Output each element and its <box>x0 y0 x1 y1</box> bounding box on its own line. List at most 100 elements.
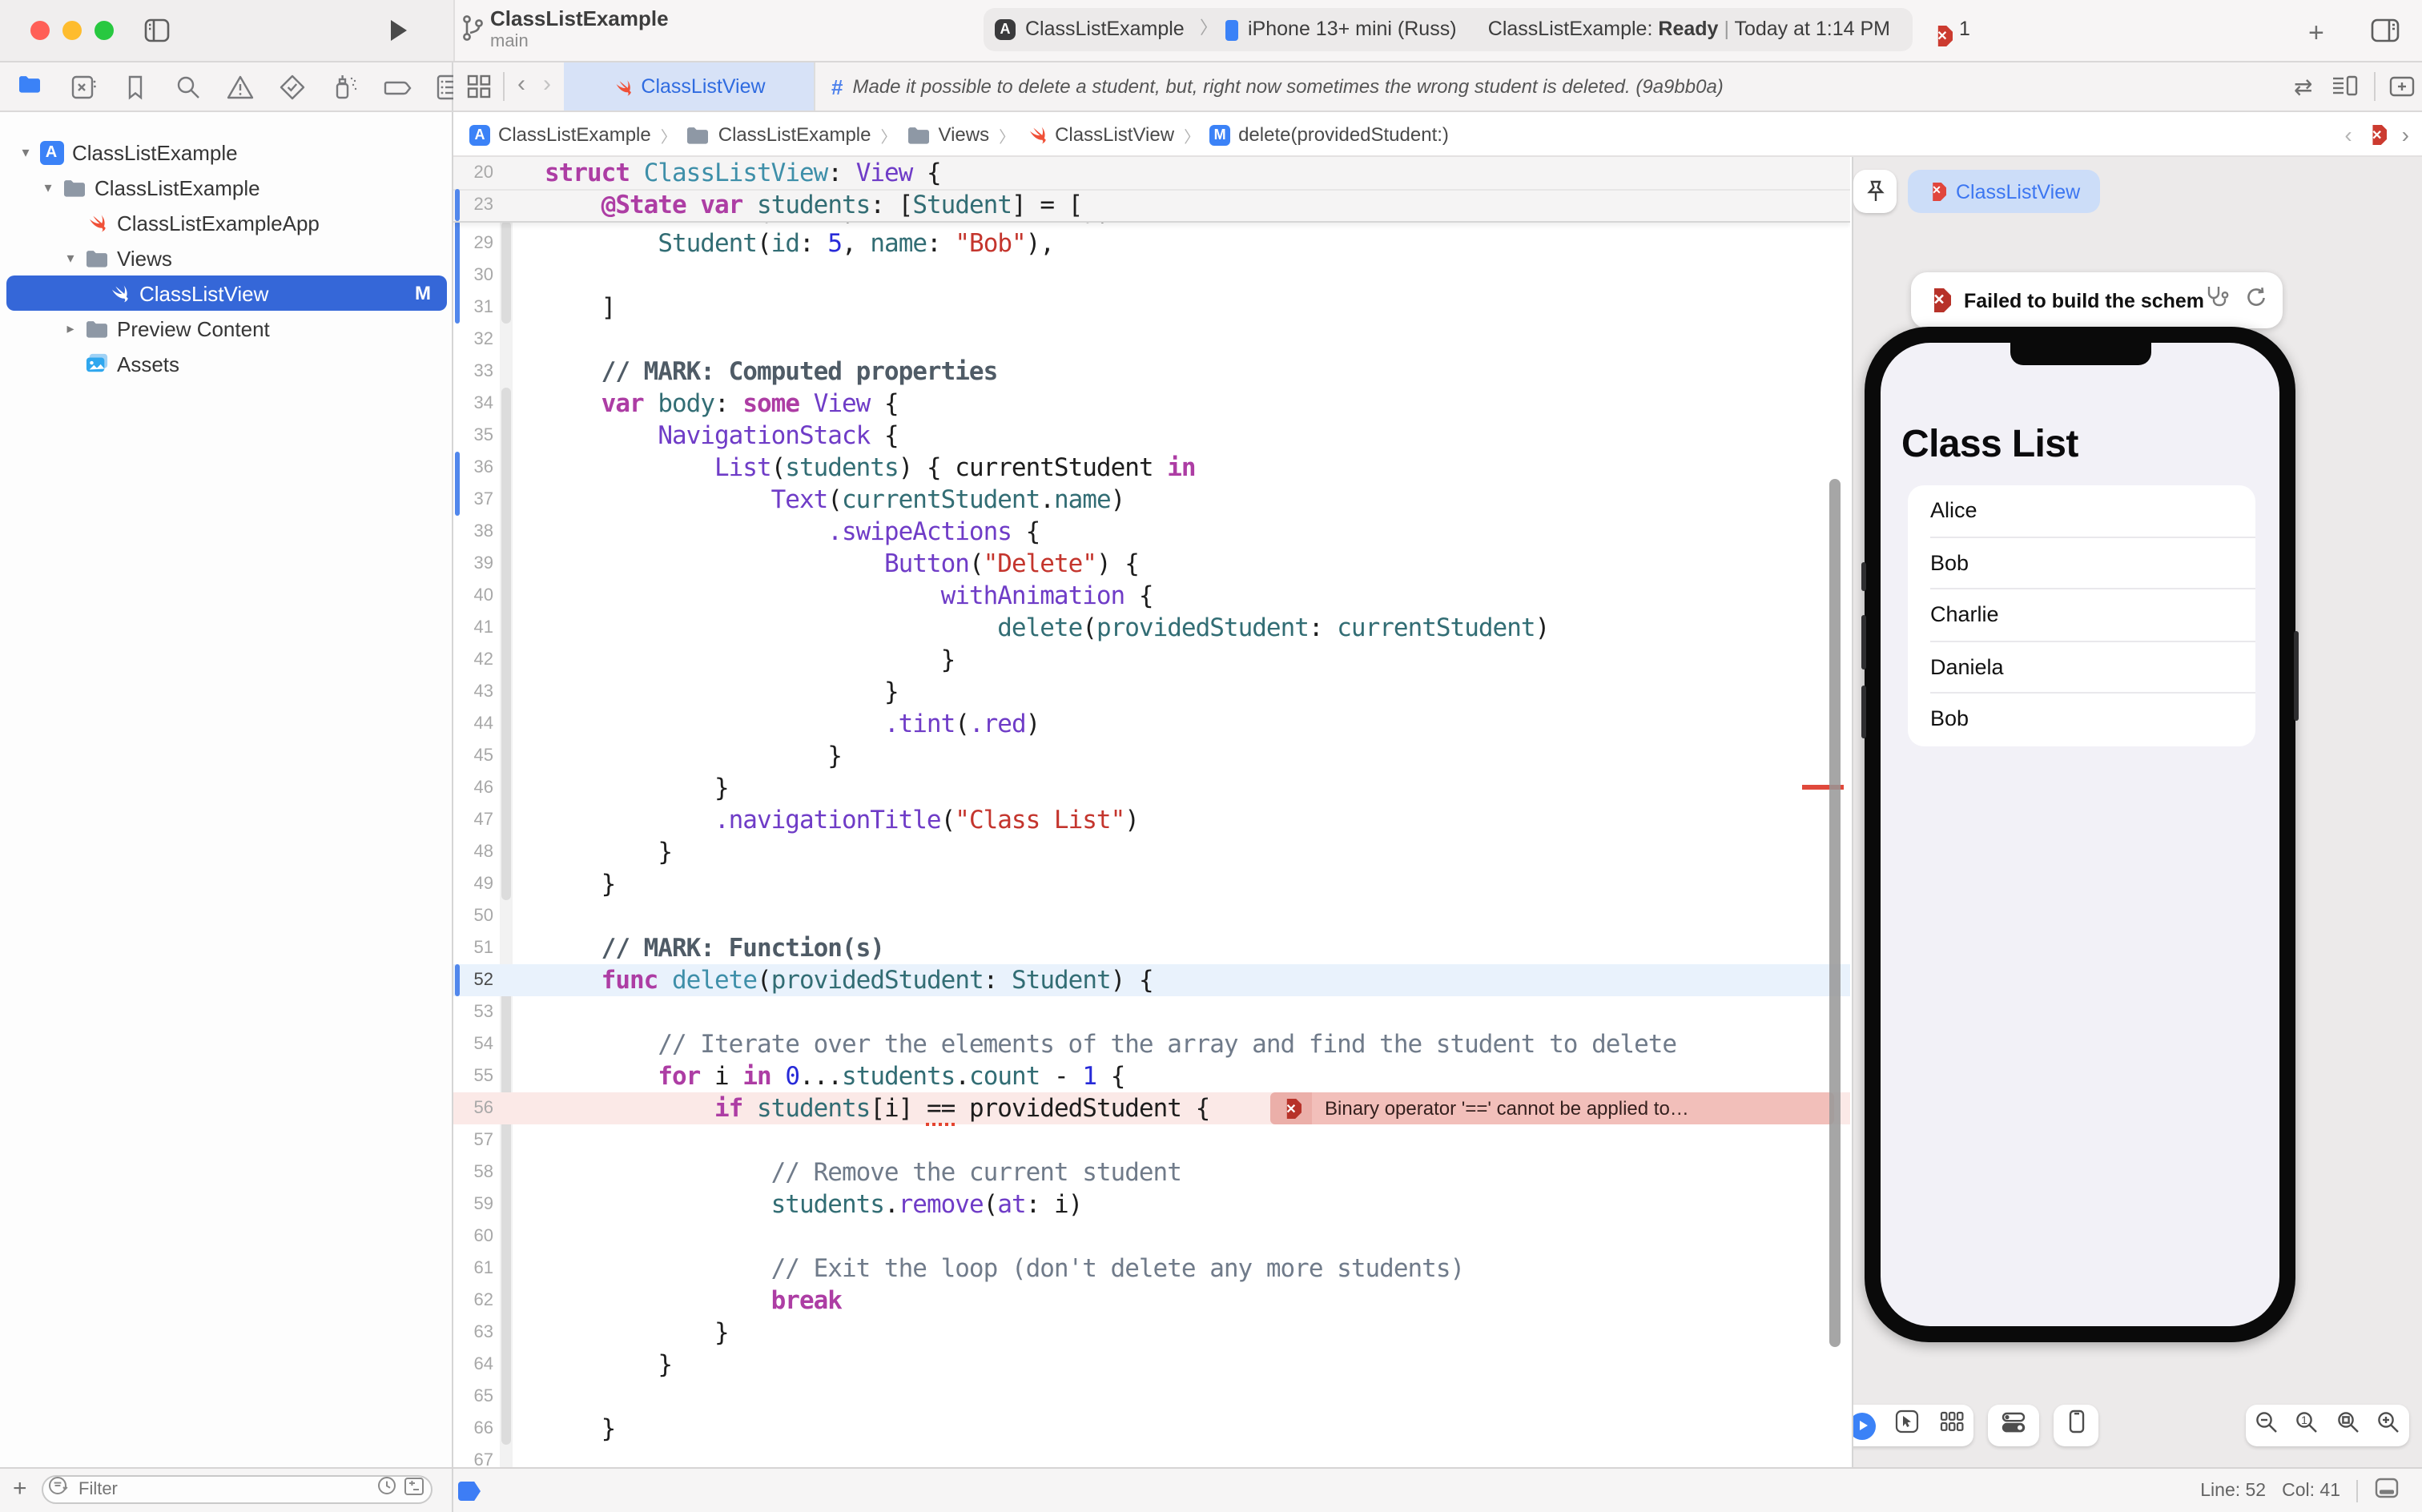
code-line-53[interactable]: 53 <box>453 996 1850 1028</box>
tree-row-preview-content[interactable]: ▸Preview Content <box>6 311 447 346</box>
filter-field[interactable] <box>42 1475 432 1504</box>
code-line-42[interactable]: 42 } <box>453 644 1850 676</box>
error-count-label[interactable]: 1 <box>1959 18 1970 40</box>
code-line-43[interactable]: 43 } <box>453 676 1850 708</box>
code-line-39[interactable]: 39 Button("Delete") { <box>453 548 1850 580</box>
tree-row-classlistview[interactable]: ClassListViewM <box>6 275 447 311</box>
zoom-in-icon[interactable] <box>2376 1409 2402 1442</box>
code-line-62[interactable]: 62 break <box>453 1285 1850 1317</box>
scheme-name-button[interactable]: ClassListExample <box>1025 8 1185 51</box>
zoom-100-icon[interactable]: 1 <box>2295 1409 2320 1442</box>
code-line-47[interactable]: 47 .navigationTitle("Class List") <box>453 804 1850 836</box>
code-line-51[interactable]: 51 // MARK: Function(s) <box>453 932 1850 964</box>
editor-scrollbar[interactable] <box>1829 479 1841 1347</box>
toggle-sidebar-icon[interactable] <box>143 16 171 45</box>
code-line-38[interactable]: 38 .swipeActions { <box>453 516 1850 548</box>
breadcrumb-item[interactable]: AClassListExample <box>469 123 651 146</box>
add-tab-icon[interactable]: + <box>2308 18 2324 50</box>
back-icon[interactable]: ‹ <box>517 70 525 98</box>
breadcrumb-item[interactable]: ClassListView <box>1024 123 1174 146</box>
code-line-20[interactable]: 20struct ClassListView: View { <box>453 157 1850 189</box>
zoom-fit-icon[interactable] <box>2336 1409 2361 1442</box>
forward-icon[interactable]: › <box>543 70 551 98</box>
code-line-48[interactable]: 48 } <box>453 836 1850 868</box>
code-line-30[interactable]: 30 <box>453 259 1850 292</box>
recent-files-icon[interactable] <box>376 1475 397 1504</box>
retry-build-icon[interactable] <box>2244 284 2268 316</box>
zoom-out-icon[interactable] <box>2254 1409 2279 1442</box>
breakpoint-navigator-icon[interactable] <box>382 74 409 101</box>
code-line-60[interactable]: 60 <box>453 1220 1850 1253</box>
code-line-55[interactable]: 55 for i in 0...students.count - 1 { <box>453 1060 1850 1092</box>
issue-navigator-icon[interactable] <box>226 74 253 101</box>
code-line-64[interactable]: 64 } <box>453 1349 1850 1381</box>
code-line-63[interactable]: 63 } <box>453 1317 1850 1349</box>
issue-badge-icon[interactable]: ✕ <box>2367 124 2388 145</box>
filter-input[interactable] <box>72 1480 376 1499</box>
code-line-41[interactable]: 41 delete(providedStudent: currentStuden… <box>453 612 1850 644</box>
test-navigator-icon[interactable] <box>278 74 305 101</box>
minimize-window-button[interactable] <box>62 21 82 40</box>
editor-bottom-bar-icon[interactable] <box>2374 1477 2400 1504</box>
crash-navigator-icon[interactable] <box>70 74 97 101</box>
add-file-icon[interactable]: + <box>13 1477 27 1502</box>
run-button[interactable] <box>386 16 412 45</box>
tree-row-classlistexample[interactable]: ▾AClassListExample <box>6 135 447 170</box>
code-line-46[interactable]: 46 } <box>453 772 1850 804</box>
code-line-65[interactable]: 65 <box>453 1381 1850 1413</box>
code-line-37[interactable]: 37 Text(currentStudent.name) <box>453 484 1850 516</box>
adjust-editor-icon[interactable] <box>2331 74 2360 107</box>
selectable-mode-button[interactable] <box>1896 1409 1920 1442</box>
run-destination-button[interactable]: iPhone 13+ mini (Russ) <box>1248 8 1457 51</box>
code-line-23[interactable]: 23 @State var students: [Student] = [ <box>453 189 1850 221</box>
build-error-banner[interactable]: ✕ Failed to build the scheme “Cl… <box>1911 272 2283 328</box>
toggle-inspector-icon[interactable] <box>2369 16 2401 45</box>
code-line-49[interactable]: 49 } <box>453 868 1850 900</box>
code-line-52[interactable]: 52 func delete(providedStudent: Student)… <box>453 964 1850 996</box>
disclosure-open-icon[interactable]: ▾ <box>16 143 35 161</box>
code-line-61[interactable]: 61 // Exit the loop (don't delete any mo… <box>453 1253 1850 1285</box>
disclosure-open-icon[interactable]: ▾ <box>38 179 58 196</box>
code-line-57[interactable]: 57 <box>453 1124 1850 1156</box>
tree-row-classlistexampleapp[interactable]: ClassListExampleApp <box>6 205 447 240</box>
breadcrumb-item[interactable]: ClassListExample <box>686 123 871 146</box>
device-settings-button[interactable] <box>2001 1410 2026 1441</box>
preview-target-pill[interactable]: ✕ ClassListView <box>1908 170 2099 213</box>
live-preview-button[interactable] <box>1852 1412 1876 1439</box>
source-control-status-icon[interactable] <box>404 1475 424 1504</box>
code-line-45[interactable]: 45 } <box>453 740 1850 772</box>
error-count-icon[interactable]: ✕ <box>1932 19 1953 48</box>
source-editor[interactable]: 28 Student(id: 4, name: "Daniela"),29 St… <box>453 157 1850 1467</box>
pin-preview-button[interactable] <box>1853 170 1897 213</box>
breadcrumb-item[interactable]: Views <box>907 123 990 146</box>
editor-grid-icon[interactable] <box>466 74 492 107</box>
bookmark-navigator-icon[interactable] <box>122 74 149 101</box>
tab-commit-message[interactable]: # Made it possible to delete a student, … <box>831 62 1724 111</box>
diagnostics-icon[interactable] <box>2204 284 2230 317</box>
zoom-window-button[interactable] <box>95 21 114 40</box>
code-line-34[interactable]: 34 var body: some View { <box>453 388 1850 420</box>
find-navigator-icon[interactable] <box>174 74 201 101</box>
inline-error-annotation[interactable]: ✕Binary operator '==' cannot be applied … <box>1270 1092 1834 1124</box>
tree-row-classlistexample[interactable]: ▾ClassListExample <box>6 170 447 205</box>
tab-classlistview[interactable]: ClassListView <box>564 62 814 111</box>
code-line-50[interactable]: 50 <box>453 900 1850 932</box>
code-line-35[interactable]: 35 NavigationStack { <box>453 420 1850 452</box>
breadcrumb-item[interactable]: Mdelete(providedStudent:) <box>1209 123 1449 146</box>
tree-row-assets[interactable]: Assets <box>6 346 447 381</box>
code-line-59[interactable]: 59 students.remove(at: i) <box>453 1188 1850 1220</box>
code-line-40[interactable]: 40 withAnimation { <box>453 580 1850 612</box>
code-line-29[interactable]: 29 Student(id: 5, name: "Bob"), <box>453 227 1850 259</box>
code-line-56[interactable]: 56 if students[i] == providedStudent {✕B… <box>453 1092 1850 1124</box>
previous-issue-icon[interactable]: ‹ <box>2344 122 2352 147</box>
code-line-66[interactable]: 66 } <box>453 1413 1850 1445</box>
next-issue-icon[interactable]: › <box>2402 122 2409 147</box>
disclosure-open-icon[interactable]: ▾ <box>61 249 80 267</box>
tree-row-views[interactable]: ▾Views <box>6 240 447 275</box>
project-navigator-icon[interactable] <box>18 74 45 101</box>
breakpoint-indicator[interactable] <box>458 1482 481 1501</box>
preview-device-button[interactable] <box>2067 1409 2085 1442</box>
add-editor-icon[interactable] <box>2388 74 2416 107</box>
close-window-button[interactable] <box>30 21 50 40</box>
code-line-36[interactable]: 36 List(students) { currentStudent in <box>453 452 1850 484</box>
